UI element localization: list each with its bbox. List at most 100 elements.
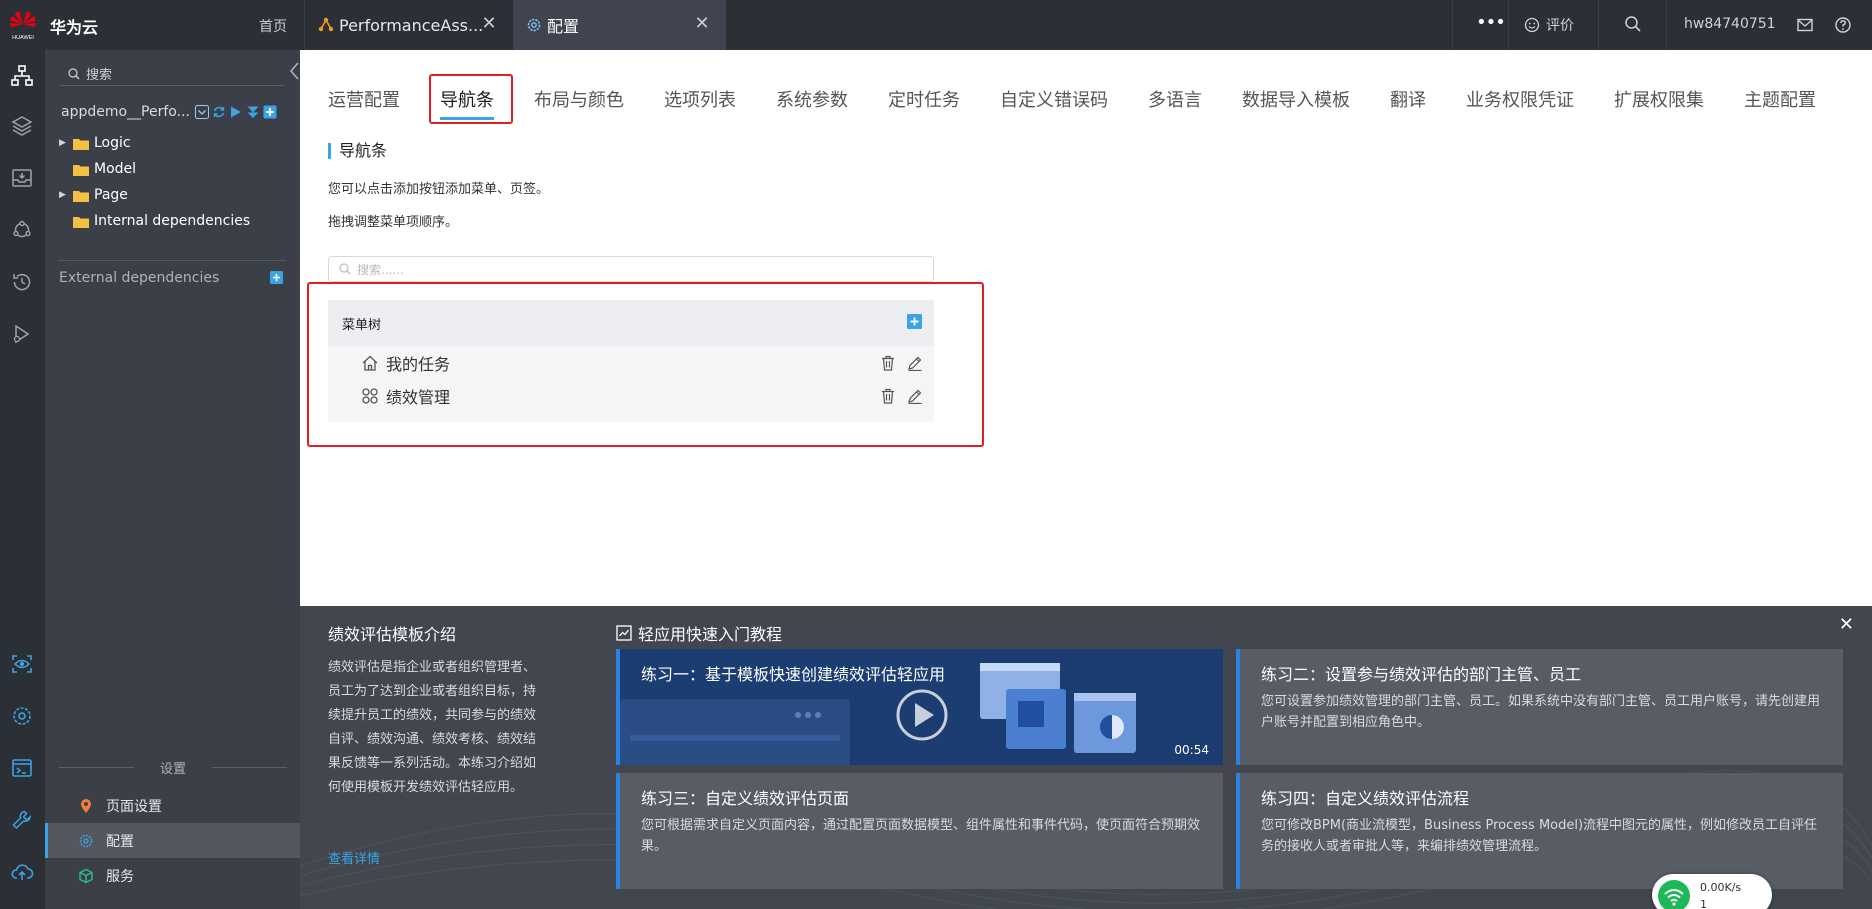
wrench-icon[interactable] <box>10 808 34 832</box>
lesson-card-1[interactable]: 练习一：基于模板快速创建绩效评估轻应用 00:54 <box>616 649 1223 765</box>
tree-item-page[interactable]: ▶ Page <box>59 187 128 203</box>
tab-scheduled-tasks[interactable]: 定时任务 <box>888 86 960 112</box>
menu-item-my-tasks[interactable]: 我的任务 <box>328 348 934 378</box>
tab-multi-language[interactable]: 多语言 <box>1148 86 1202 112</box>
tab-extended-permissions[interactable]: 扩展权限集 <box>1614 86 1704 112</box>
lesson-card-2[interactable]: 练习二：设置参与绩效评估的部门主管、员工 您可设置参加绩效管理的部门主管、员工。… <box>1236 649 1843 765</box>
divider <box>1598 0 1599 50</box>
run-debug-icon[interactable] <box>10 322 34 346</box>
refresh-icon[interactable] <box>212 105 226 119</box>
top-bar: HUAWEI 华为云 首页 PerformanceAss... ✕ 配置 ✕ •… <box>0 0 1872 50</box>
username[interactable]: hw84740751 <box>1684 16 1776 32</box>
tree-item-model[interactable]: Model <box>59 161 136 177</box>
tab-theme-config[interactable]: 主题配置 <box>1744 86 1816 112</box>
lesson-card-3[interactable]: 练习三：自定义绩效评估页面 您可根据需求自定义页面内容，通过配置页面数据模型、组… <box>616 773 1223 889</box>
network-icon[interactable] <box>10 218 34 242</box>
lesson-title: 练习三：自定义绩效评估页面 <box>641 789 850 808</box>
edit-icon[interactable] <box>907 355 923 371</box>
tab-option-list[interactable]: 选项列表 <box>664 86 736 112</box>
close-icon[interactable]: ✕ <box>692 14 712 34</box>
add-icon[interactable] <box>270 271 283 284</box>
close-icon[interactable]: ✕ <box>1839 614 1854 635</box>
settings-item-page-settings[interactable]: 页面设置 <box>45 788 300 823</box>
settings-item-label: 页面设置 <box>106 798 162 815</box>
external-dependencies-label[interactable]: External dependencies <box>59 270 219 286</box>
settings-item-service[interactable]: 服务 <box>45 858 300 893</box>
home-link[interactable]: 首页 <box>259 16 287 36</box>
help-icon[interactable] <box>1834 16 1852 34</box>
gear-icon <box>527 18 541 32</box>
settings-item-label: 服务 <box>106 868 134 885</box>
tree-label: Internal dependencies <box>94 213 251 229</box>
tab-layout-color[interactable]: 布局与颜色 <box>534 86 624 112</box>
download-icon[interactable] <box>246 105 260 119</box>
folder-icon <box>73 138 89 150</box>
huawei-logo[interactable]: HUAWEI <box>8 8 38 42</box>
tutorial-title-text: 轻应用快速入门教程 <box>638 625 783 644</box>
folder-icon <box>73 190 89 202</box>
cube-icon <box>79 868 93 883</box>
project-name[interactable]: appdemo__Perfo... <box>61 104 190 120</box>
tutorial-title: 轻应用快速入门教程 <box>616 621 782 645</box>
history-icon[interactable] <box>10 270 34 294</box>
run-icon[interactable] <box>229 105 243 119</box>
tab-business-credentials[interactable]: 业务权限凭证 <box>1466 86 1574 112</box>
close-icon[interactable]: ✕ <box>479 14 499 34</box>
search-icon[interactable] <box>1624 15 1642 33</box>
menu-search-input[interactable]: 搜索...... <box>328 256 934 282</box>
network-speed-widget[interactable]: 0.00K/s 1 <box>1652 874 1772 909</box>
add-menu-button[interactable] <box>907 314 922 329</box>
divider <box>1666 0 1667 50</box>
settings-item-config[interactable]: 配置 <box>45 823 300 858</box>
menu-item-label: 我的任务 <box>386 355 451 374</box>
menu-item-performance-management[interactable]: 绩效管理 <box>328 381 934 411</box>
explorer-panel: 搜索 appdemo__Perfo... ▶ Logic Model ▶ Pag… <box>45 50 300 909</box>
tab-label: 配置 <box>547 17 580 36</box>
collapse-icon[interactable] <box>288 61 300 81</box>
search-icon <box>68 67 80 79</box>
lesson-desc: 您可修改BPM(商业流模型，Business Process Model)流程中… <box>1261 818 1818 854</box>
tree-item-internal-dependencies[interactable]: Internal dependencies <box>59 213 250 229</box>
lesson-title: 练习四：自定义绩效评估流程 <box>1261 789 1470 808</box>
terminal-icon[interactable] <box>10 756 34 780</box>
brand-name[interactable]: 华为云 <box>50 14 98 38</box>
preview-icon[interactable] <box>10 652 34 676</box>
delete-icon[interactable] <box>880 355 896 371</box>
tab-performance-app[interactable]: PerformanceAss... ✕ <box>304 0 513 50</box>
highlight-box <box>429 74 513 124</box>
delete-icon[interactable] <box>880 388 896 404</box>
edit-icon[interactable] <box>907 388 923 404</box>
tab-custom-error-codes[interactable]: 自定义错误码 <box>1000 86 1108 112</box>
tree-item-logic[interactable]: ▶ Logic <box>59 135 131 151</box>
lesson-desc: 您可根据需求自定义页面内容，通过配置页面数据模型、组件属性和事件代码，使页面符合… <box>641 818 1201 854</box>
logo-text: HUAWEI <box>12 35 34 41</box>
explorer-search-input[interactable]: 搜索 <box>60 62 284 86</box>
download-box-icon[interactable] <box>10 166 34 190</box>
rate-button[interactable]: 评价 <box>1524 15 1574 35</box>
tutorial-panel: 绩效评估模板介绍 绩效评估是指企业或者组织管理者、员工为了达到企业或者组织目标，… <box>300 606 1872 909</box>
menu-tree-header: 菜单树 <box>328 300 934 346</box>
network-speed: 0.00K/s <box>1700 881 1742 894</box>
smile-icon <box>1524 17 1540 33</box>
section-title: 导航条 <box>328 143 387 159</box>
main-content: 运营配置 导航条 布局与颜色 选项列表 系统参数 定时任务 自定义错误码 多语言… <box>300 50 1872 606</box>
settings-header: 设置 <box>59 758 287 777</box>
tab-config[interactable]: 配置 ✕ <box>513 0 726 50</box>
expand-icon[interactable]: ▶ <box>59 138 69 148</box>
tab-system-params[interactable]: 系统参数 <box>776 86 848 112</box>
layers-icon[interactable] <box>10 114 34 138</box>
view-details-link[interactable]: 查看详情 <box>328 848 380 867</box>
add-icon[interactable] <box>263 105 277 119</box>
tab-operations-config[interactable]: 运营配置 <box>328 86 400 112</box>
tab-translation[interactable]: 翻译 <box>1390 86 1426 112</box>
more-icon[interactable]: ••• <box>1476 12 1506 33</box>
expand-icon[interactable]: ▶ <box>59 190 69 200</box>
cloud-upload-icon[interactable] <box>10 860 34 884</box>
lesson-card-4[interactable]: 练习四：自定义绩效评估流程 您可修改BPM(商业流模型，Business Pro… <box>1236 773 1843 889</box>
chevron-down-icon[interactable] <box>195 105 209 119</box>
tree-label: Logic <box>94 135 131 151</box>
mail-icon[interactable] <box>1796 16 1814 34</box>
tab-data-import-template[interactable]: 数据导入模板 <box>1242 86 1350 112</box>
structure-icon[interactable] <box>10 64 34 88</box>
settings-icon[interactable] <box>10 704 34 728</box>
